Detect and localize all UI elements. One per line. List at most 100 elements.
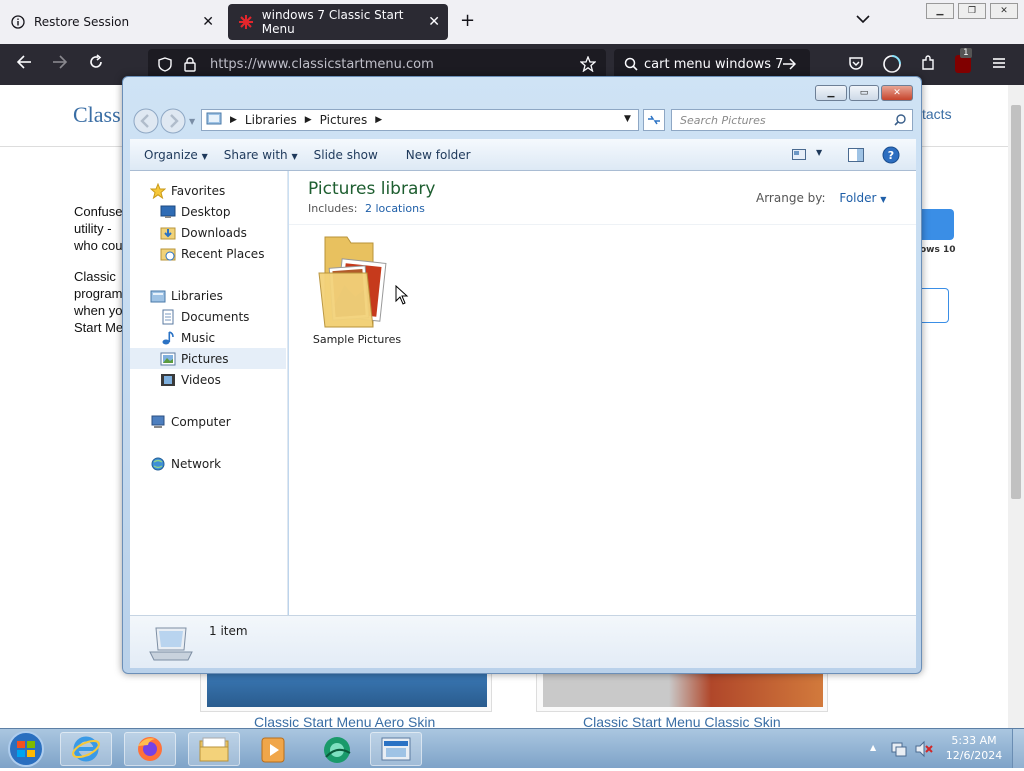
back-button[interactable] [133,108,159,137]
start-button[interactable] [4,730,48,771]
restore-button[interactable]: ❐ [958,3,986,19]
browser-tab-bar: Restore Session ✕ windows 7 Classic Star… [0,0,1024,44]
breadcrumb-chevron-icon[interactable]: ▶ [230,115,237,125]
hamburger-menu-icon[interactable] [992,55,1006,74]
list-all-tabs-chevron-icon[interactable] [856,12,870,28]
reload-icon[interactable] [88,54,104,74]
library-title: Pictures library [308,179,436,199]
classic-skin-screenshot[interactable] [536,672,828,712]
clock-time: 5:33 AM [951,734,997,747]
refresh-button[interactable] [643,109,665,131]
clock[interactable]: 5:33 AM 12/6/2024 [944,733,1004,763]
documents-icon [160,309,176,325]
taskbar-windows-explorer[interactable] [188,732,240,766]
nav-label: Documents [181,309,250,324]
search-icon[interactable] [894,114,906,129]
contacts-link[interactable]: tacts [922,106,952,122]
nav-documents[interactable]: Documents [130,306,286,327]
tab-classic-start-menu[interactable]: windows 7 Classic Start Menu ✕ [228,4,448,40]
aero-skin-screenshot[interactable] [200,672,492,712]
scrollbar-thumb[interactable] [1011,105,1021,499]
computer-icon [150,414,166,430]
folder-item-sample-pictures[interactable]: Sample Pictures [307,231,407,346]
site-favicon-icon [238,14,254,30]
pocket-icon[interactable] [848,56,864,75]
dropdown-arrow-icon: ▼ [880,195,887,204]
taskbar-firefox[interactable] [124,732,176,766]
organize-button[interactable]: Organize ▼ [144,148,208,162]
show-hidden-icons-arrow[interactable]: ▲ [870,743,876,752]
nav-libraries[interactable]: Libraries [130,285,286,306]
preview-pane-icon[interactable] [848,148,864,165]
tab-restore-session[interactable]: Restore Session ✕ [0,4,222,40]
locations-link[interactable]: 2 locations [365,202,425,215]
intro-paragraph: Confuse utility - who cou [74,203,122,254]
close-window-button[interactable]: ✕ [990,3,1018,19]
address-bar[interactable]: ▶ Libraries ▶ Pictures ▶ ▼ [201,109,639,131]
desktop-icon [160,204,176,220]
nav-pictures-selected[interactable]: Pictures [130,348,286,369]
new-folder-button[interactable]: New folder [406,148,471,162]
breadcrumb-chevron-icon[interactable]: ▶ [375,115,382,125]
network-icon [150,456,166,472]
breadcrumb-pictures[interactable]: Pictures [320,113,368,127]
address-dropdown-icon[interactable]: ▼ [624,114,631,124]
view-dropdown-icon[interactable]: ▼ [816,148,822,157]
text-line: Start Me [74,320,124,335]
go-arrow-icon[interactable] [782,57,797,75]
site-brand[interactable]: Class [73,102,121,128]
volume-muted-icon[interactable] [914,740,934,761]
show-desktop-button[interactable] [1012,729,1024,768]
nav-music[interactable]: Music [130,327,286,348]
explorer-close-button[interactable]: ✕ [881,85,913,101]
dropdown-arrow-icon: ▼ [291,151,298,161]
taskbar-active-window[interactable] [370,732,422,766]
nav-label: Music [181,330,216,345]
breadcrumb-chevron-icon[interactable]: ▶ [305,115,312,125]
help-icon[interactable]: ? [882,146,900,167]
download-button[interactable] [920,209,954,240]
explorer-maximize-button[interactable]: ▭ [849,85,879,101]
header-divider [289,224,916,225]
extensions-puzzle-icon[interactable] [920,55,936,75]
recent-pages-dropdown-icon[interactable]: ▼ [189,117,195,126]
account-sync-icon[interactable] [882,54,902,78]
taskbar-media-player[interactable] [258,735,288,768]
nav-downloads[interactable]: Downloads [130,222,286,243]
close-tab-icon[interactable]: ✕ [428,14,440,30]
new-tab-button[interactable]: + [460,10,475,31]
nav-favorites[interactable]: Favorites [130,180,286,201]
change-view-icon[interactable] [792,149,806,163]
share-with-button[interactable]: Share with ▼ [224,148,298,162]
breadcrumb-libraries[interactable]: Libraries [245,113,297,127]
nav-desktop[interactable]: Desktop [130,201,286,222]
ublock-addon-icon[interactable]: 1 [955,48,972,73]
arrange-folder-dropdown[interactable]: Folder ▼ [839,191,886,205]
taskbar-internet-explorer[interactable] [60,732,112,766]
search-icon [624,57,638,75]
taskbar-app-globe[interactable] [320,733,354,770]
nav-label: Desktop [181,204,231,219]
forward-arrow-icon[interactable] [52,54,68,74]
nav-network[interactable]: Network [130,453,286,474]
nav-recent-places[interactable]: Recent Places [130,243,286,264]
network-tray-icon[interactable] [890,740,908,761]
nav-videos[interactable]: Videos [130,369,286,390]
bookmark-star-icon[interactable] [579,55,597,76]
back-arrow-icon[interactable] [16,54,32,74]
minimize-button[interactable]: ▁ [926,3,954,19]
tab-title: windows 7 Classic Start Menu [261,8,404,36]
shield-icon[interactable] [158,57,172,76]
nav-computer[interactable]: Computer [130,411,286,432]
lock-icon[interactable] [184,57,196,76]
text-line: Classic [74,269,116,284]
explorer-minimize-button[interactable]: ▁ [815,85,847,101]
close-tab-icon[interactable]: ✕ [202,14,214,30]
secondary-button[interactable] [920,288,949,323]
forward-button[interactable] [160,108,186,137]
page-scrollbar[interactable] [1008,85,1024,728]
command-bar: Organize ▼ Share with ▼ Slide show New f… [130,139,916,171]
search-pictures-input[interactable]: Search Pictures [671,109,913,131]
slide-show-button[interactable]: Slide show [314,148,378,162]
nav-label: Downloads [181,225,247,240]
